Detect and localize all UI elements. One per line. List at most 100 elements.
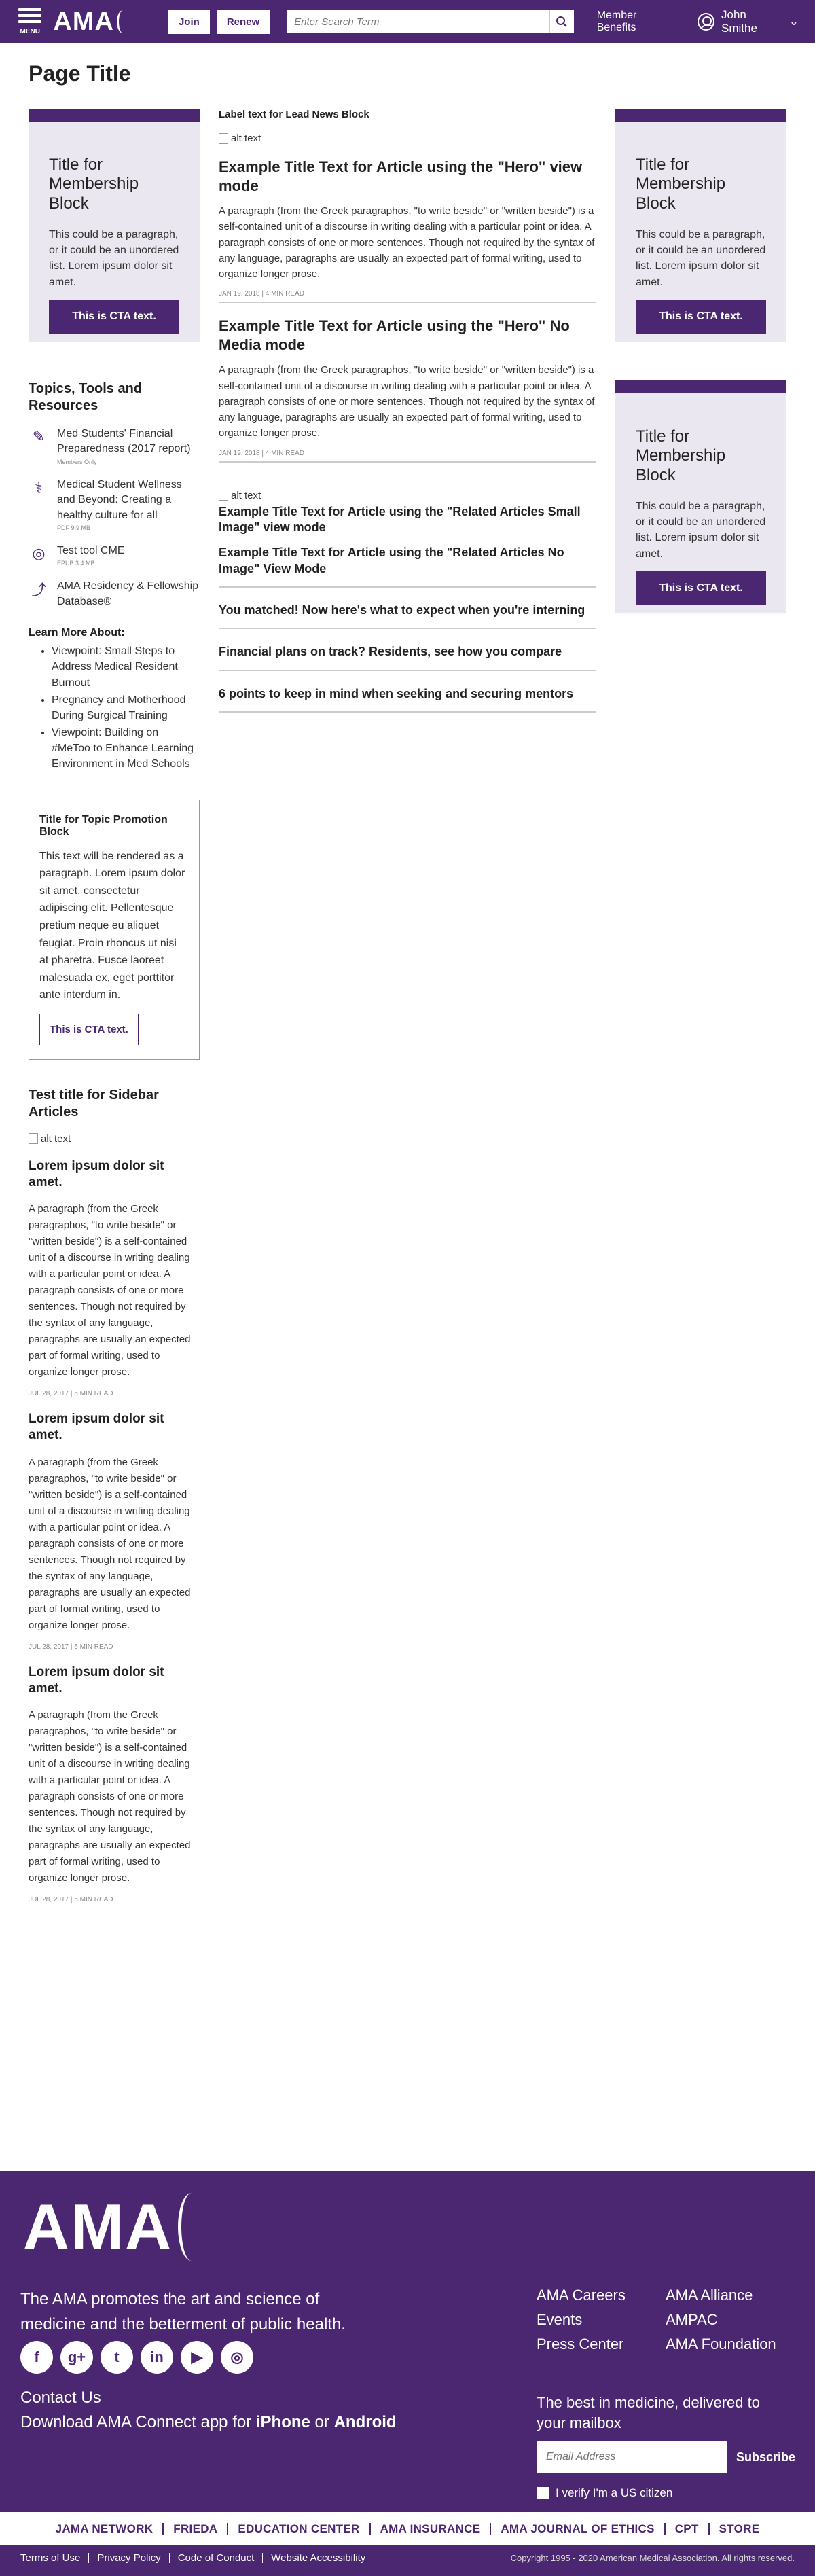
search-button[interactable] (549, 10, 574, 33)
tool-title: AMA Residency & Fellowship Database® (57, 580, 199, 607)
us-citizen-verify: I verify I'm a US citizen (537, 2486, 672, 2500)
footer-link[interactable]: Events (537, 2311, 666, 2329)
subscribe-button[interactable]: Subscribe (736, 2450, 795, 2465)
membership-text: This could be a paragraph, or it could b… (49, 228, 179, 288)
user-name: John Smithe (721, 8, 757, 35)
hero-article-meta: JAN 19, 2018 | 4 MIN READ (219, 450, 596, 463)
promotion-cta-button[interactable]: This is CTA text. (39, 1013, 139, 1045)
membership-block: Title for Membership Block This could be… (615, 380, 786, 613)
contact-us-link[interactable]: Contact Us (20, 2389, 101, 2408)
related-article[interactable]: You matched! Now here's what to expect w… (219, 603, 596, 630)
partner-link[interactable]: EDUCATION CENTER (227, 2522, 369, 2535)
top-navigation: MENU AMA Join Renew Member Benefits John… (0, 0, 815, 43)
tool-meta: EPUB 3.4 MB (57, 560, 95, 567)
sidebar-article-title[interactable]: Lorem ipsum dolor sit amet. (29, 1411, 200, 1444)
youtube-icon[interactable]: ▶ (181, 2341, 213, 2374)
partner-link[interactable]: STORE (708, 2522, 769, 2535)
sidebar-article-title[interactable]: Lorem ipsum dolor sit amet. (29, 1158, 200, 1191)
member-benefits-link[interactable]: Member Benefits (597, 10, 676, 34)
legal-link[interactable]: Privacy Policy (88, 2553, 168, 2563)
partner-link[interactable]: AMA JOURNAL OF ETHICS (490, 2522, 664, 2535)
legal-link[interactable]: Website Accessibility (262, 2553, 374, 2563)
partner-links-bar: JAMA NETWORK FRIEDA EDUCATION CENTER AMA… (0, 2512, 815, 2545)
lead-news-label: Label text for Lead News Block (219, 109, 369, 120)
broken-image-icon (219, 132, 228, 144)
hamburger-icon (18, 20, 42, 23)
footer-logo[interactable]: AMA (23, 2190, 205, 2264)
linkedin-icon[interactable]: in (141, 2341, 173, 2374)
sidebar-article-meta: JUL 28, 2017 | 5 MIN READ (29, 1896, 113, 1904)
partner-link[interactable]: AMA INSURANCE (369, 2522, 490, 2535)
related-article-title[interactable]: Example Title Text for Article using the… (219, 504, 596, 536)
sidebar-article-title[interactable]: Lorem ipsum dolor sit amet. (29, 1664, 200, 1697)
left-sidebar: Topics, Tools and Resources ✎ Med Studen… (29, 380, 200, 1903)
membership-text: This could be a paragraph, or it could b… (636, 500, 766, 560)
email-field[interactable] (537, 2441, 727, 2473)
membership-cta-button[interactable]: This is CTA text. (49, 299, 179, 334)
broken-image-icon (29, 1133, 38, 1145)
hero-article: Example Title Text for Article using the… (219, 158, 596, 304)
partner-link[interactable]: JAMA NETWORK (46, 2523, 163, 2535)
legal-link[interactable]: Code of Conduct (168, 2553, 263, 2563)
facebook-icon[interactable]: f (20, 2341, 53, 2374)
tool-item[interactable]: ⤴ AMA Residency & Fellowship Database® (29, 579, 200, 609)
tool-item[interactable]: ✎ Med Students' Financial Preparedness (… (29, 427, 200, 465)
instagram-icon[interactable]: ◎ (221, 2341, 253, 2374)
iphone-link[interactable]: iPhone (256, 2413, 310, 2431)
image-alt-text: alt text (231, 132, 261, 144)
sidebar-article-text: A paragraph (from the Greek paragraphos,… (29, 1203, 191, 1378)
footer-links: AMA Careers AMA Alliance Events AMPAC Pr… (537, 2287, 795, 2353)
footer-link[interactable]: AMA Careers (537, 2287, 666, 2304)
footer-link[interactable]: AMPAC (666, 2311, 795, 2329)
footer-link[interactable]: AMA Alliance (666, 2287, 795, 2304)
learn-more-link[interactable]: Pregnancy and Motherhood During Surgical… (52, 692, 200, 723)
search-bar (287, 10, 574, 33)
menu-button[interactable]: MENU (16, 5, 43, 38)
partner-link[interactable]: FRIEDA (162, 2522, 227, 2535)
membership-cta-button[interactable]: This is CTA text. (636, 571, 766, 605)
related-article-title[interactable]: 6 points to keep in mind when seeking an… (219, 686, 596, 702)
related-article[interactable]: 6 points to keep in mind when seeking an… (219, 686, 596, 713)
legal-link[interactable]: Terms of Use (20, 2553, 88, 2563)
related-article[interactable]: Example Title Text for Article using the… (219, 504, 596, 545)
image-alt-text: alt text (231, 489, 261, 501)
hero-article-no-media: Example Title Text for Article using the… (219, 317, 596, 463)
sidebar-articles-title: Test title for Sidebar Articles (29, 1087, 159, 1120)
tool-item[interactable]: ⚕ Medical Student Wellness and Beyond: C… (29, 478, 200, 531)
search-input[interactable] (287, 10, 549, 33)
ama-logo[interactable]: AMA (53, 7, 129, 37)
twitter-icon[interactable]: t (101, 2341, 133, 2374)
related-article-title[interactable]: You matched! Now here's what to expect w… (219, 603, 596, 618)
google-plus-icon[interactable]: g+ (60, 2341, 93, 2374)
join-button[interactable]: Join (168, 10, 210, 34)
us-citizen-checkbox[interactable] (537, 2487, 549, 2499)
android-link[interactable]: Android (334, 2413, 397, 2431)
related-article[interactable]: Example Title Text for Article using the… (219, 545, 596, 588)
partner-link[interactable]: CPT (664, 2522, 708, 2535)
related-article-title[interactable]: Financial plans on track? Residents, see… (219, 644, 596, 660)
learn-more-link[interactable]: Viewpoint: Small Steps to Address Medica… (52, 643, 200, 691)
learn-more-link[interactable]: Viewpoint: Building on #MeToo to Enhance… (52, 725, 200, 772)
article-image: alt text (29, 1133, 200, 1145)
sidebar-article-text: A paragraph (from the Greek paragraphos,… (29, 1709, 191, 1884)
footer-link[interactable]: Press Center (537, 2336, 666, 2353)
renew-button[interactable]: Renew (216, 10, 270, 34)
copyright: Copyright 1995 - 2020 American Medical A… (510, 2553, 795, 2563)
hero-article-title[interactable]: Example Title Text for Article using the… (219, 317, 596, 354)
related-article[interactable]: Financial plans on track? Residents, see… (219, 644, 596, 671)
related-article-title[interactable]: Example Title Text for Article using the… (219, 545, 596, 577)
membership-cta-button[interactable]: This is CTA text. (636, 299, 766, 334)
chevron-down-icon: ⌄ (789, 15, 799, 28)
user-menu[interactable]: John Smithe ⌄ (698, 8, 799, 35)
hero-article-title[interactable]: Example Title Text for Article using the… (219, 158, 596, 195)
footer-link[interactable]: AMA Foundation (666, 2336, 795, 2353)
related-article-image: alt text (219, 490, 596, 501)
membership-text: This could be a paragraph, or it could b… (636, 228, 766, 288)
footer-mission: The AMA promotes the art and science of … (20, 2290, 346, 2334)
hero-image: alt text (219, 132, 596, 144)
sidebar-article-text: A paragraph (from the Greek paragraphos,… (29, 1456, 191, 1631)
doc-icon: ✎ (32, 428, 46, 445)
app-download: Download AMA Connect app for iPhone or A… (20, 2413, 397, 2432)
logo-text: AMA (53, 7, 114, 36)
tool-item[interactable]: ◎ Test tool CME EPUB 3.4 MB (29, 543, 200, 567)
